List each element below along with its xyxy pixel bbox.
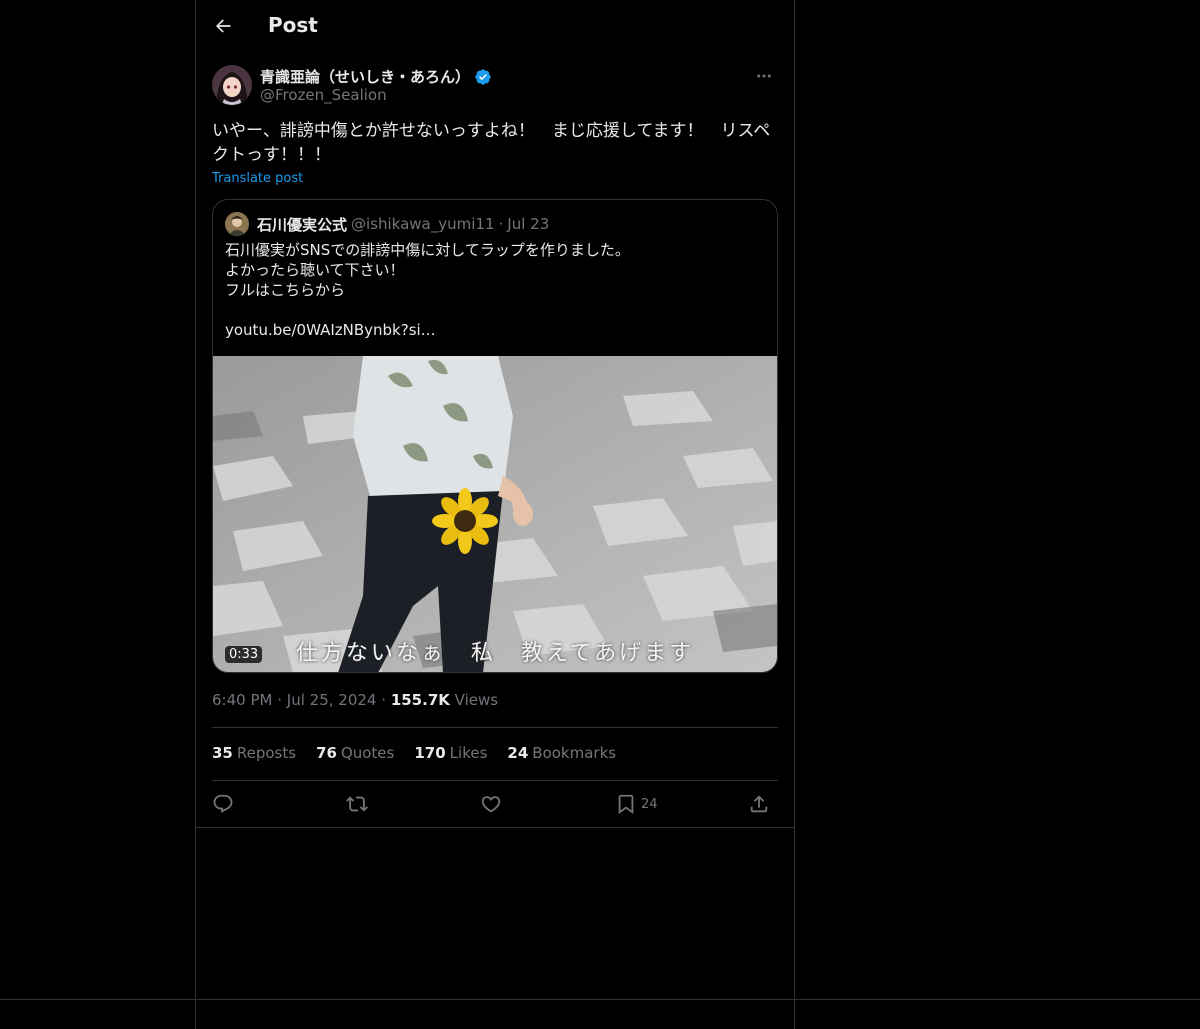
bookmark-count: 24 <box>641 796 658 812</box>
quotes-count: 76 <box>316 744 337 762</box>
post-time[interactable]: 6:40 PM <box>212 691 272 709</box>
quoted-post[interactable]: 石川優実公式 @ishikawa_yumi11 · Jul 23 石川優実がSN… <box>212 199 778 673</box>
post-text: いやー、誹謗中傷とか許せないっすよね！ まじ応援してます！ リスペクトっす！！！ <box>212 121 771 165</box>
share-button[interactable] <box>748 792 770 816</box>
arrow-left-icon <box>216 19 231 33</box>
bookmarks-stat[interactable]: 24 Bookmarks <box>507 744 616 762</box>
quoted-line: フルはこちらから <box>225 281 346 299</box>
divider <box>212 727 778 728</box>
meta-separator: · <box>277 691 283 709</box>
author-name-text: 青識亜論（せいしき・あろん） <box>260 68 471 86</box>
bookmarks-count: 24 <box>507 744 529 762</box>
quoted-separator: · <box>498 215 504 233</box>
video-player[interactable]: 0:33 仕方ないなぁ 私 教えてあげます <box>213 356 777 672</box>
header: Post <box>196 0 794 54</box>
quoted-line: よかったら聴いて下さい！ <box>225 261 405 279</box>
post-date[interactable]: Jul 25, 2024 <box>287 691 377 709</box>
heart-icon <box>481 796 501 813</box>
quoted-line: 石川優実がSNSでの誹謗中傷に対してラップを作りました。 <box>225 241 630 259</box>
post-author: 青識亜論（せいしき・あろん） @Frozen_Sealion <box>212 65 778 109</box>
bookmarks-label: Bookmarks <box>532 744 617 762</box>
divider <box>196 827 794 828</box>
author-handle[interactable]: @Frozen_Sealion <box>260 86 387 104</box>
quoted-avatar <box>225 212 249 236</box>
bookmark-icon <box>618 794 634 815</box>
quoted-link[interactable]: youtu.be/0WAIzNBynbk?si… <box>225 320 765 340</box>
reply-button[interactable] <box>212 792 234 816</box>
footer-divider <box>0 999 1200 1000</box>
quoted-author-handle: @ishikawa_yumi11 <box>351 215 495 233</box>
more-icon <box>757 74 771 78</box>
quoted-line <box>225 300 765 320</box>
author-name[interactable]: 青識亜論（せいしき・あろん） <box>260 66 492 87</box>
more-options-button[interactable] <box>750 65 778 87</box>
post-meta: 6:40 PM · Jul 25, 2024 · 155.7K Views <box>212 691 498 709</box>
divider <box>212 780 778 781</box>
likes-label: Likes <box>449 744 488 762</box>
quoted-post-header: 石川優実公式 @ishikawa_yumi11 · Jul 23 <box>225 212 549 236</box>
post-column: Post 青識亜論（せいしき・あろん） @Frozen_Sealion いやー、… <box>195 0 795 1029</box>
video-thumbnail <box>213 356 777 672</box>
repost-icon <box>346 796 368 812</box>
meta-separator: · <box>381 691 387 709</box>
quoted-date: Jul 23 <box>507 215 550 233</box>
views-count: 155.7K <box>390 691 450 709</box>
action-bar: 24 <box>212 792 778 816</box>
likes-stat[interactable]: 170 Likes <box>414 744 487 762</box>
reply-icon <box>213 794 233 813</box>
translate-post-link[interactable]: Translate post <box>212 171 303 186</box>
reposts-label: Reposts <box>236 744 297 762</box>
page-title: Post <box>268 13 318 37</box>
quotes-label: Quotes <box>340 744 395 762</box>
video-subtitle: 仕方ないなぁ 私 教えてあげます <box>295 641 695 666</box>
likes-count: 170 <box>414 744 446 762</box>
reposts-stat[interactable]: 35 Reposts <box>212 744 296 762</box>
repost-button[interactable] <box>346 792 368 816</box>
avatar[interactable] <box>212 65 252 105</box>
verified-badge-icon[interactable] <box>474 68 492 86</box>
views-label: Views <box>454 691 499 709</box>
like-button[interactable] <box>480 792 502 816</box>
bookmark-button[interactable]: 24 <box>615 792 658 816</box>
post-stats: 35 Reposts 76 Quotes 170 Likes 24 Bookmarks <box>212 744 616 762</box>
back-button[interactable] <box>206 9 240 43</box>
quotes-stat[interactable]: 76 Quotes <box>316 744 394 762</box>
reposts-count: 35 <box>212 744 233 762</box>
quoted-author-name: 石川優実公式 <box>257 215 348 234</box>
quoted-post-text: 石川優実がSNSでの誹謗中傷に対してラップを作りました。 よかったら聴いて下さい… <box>225 240 765 340</box>
share-icon <box>750 795 768 813</box>
